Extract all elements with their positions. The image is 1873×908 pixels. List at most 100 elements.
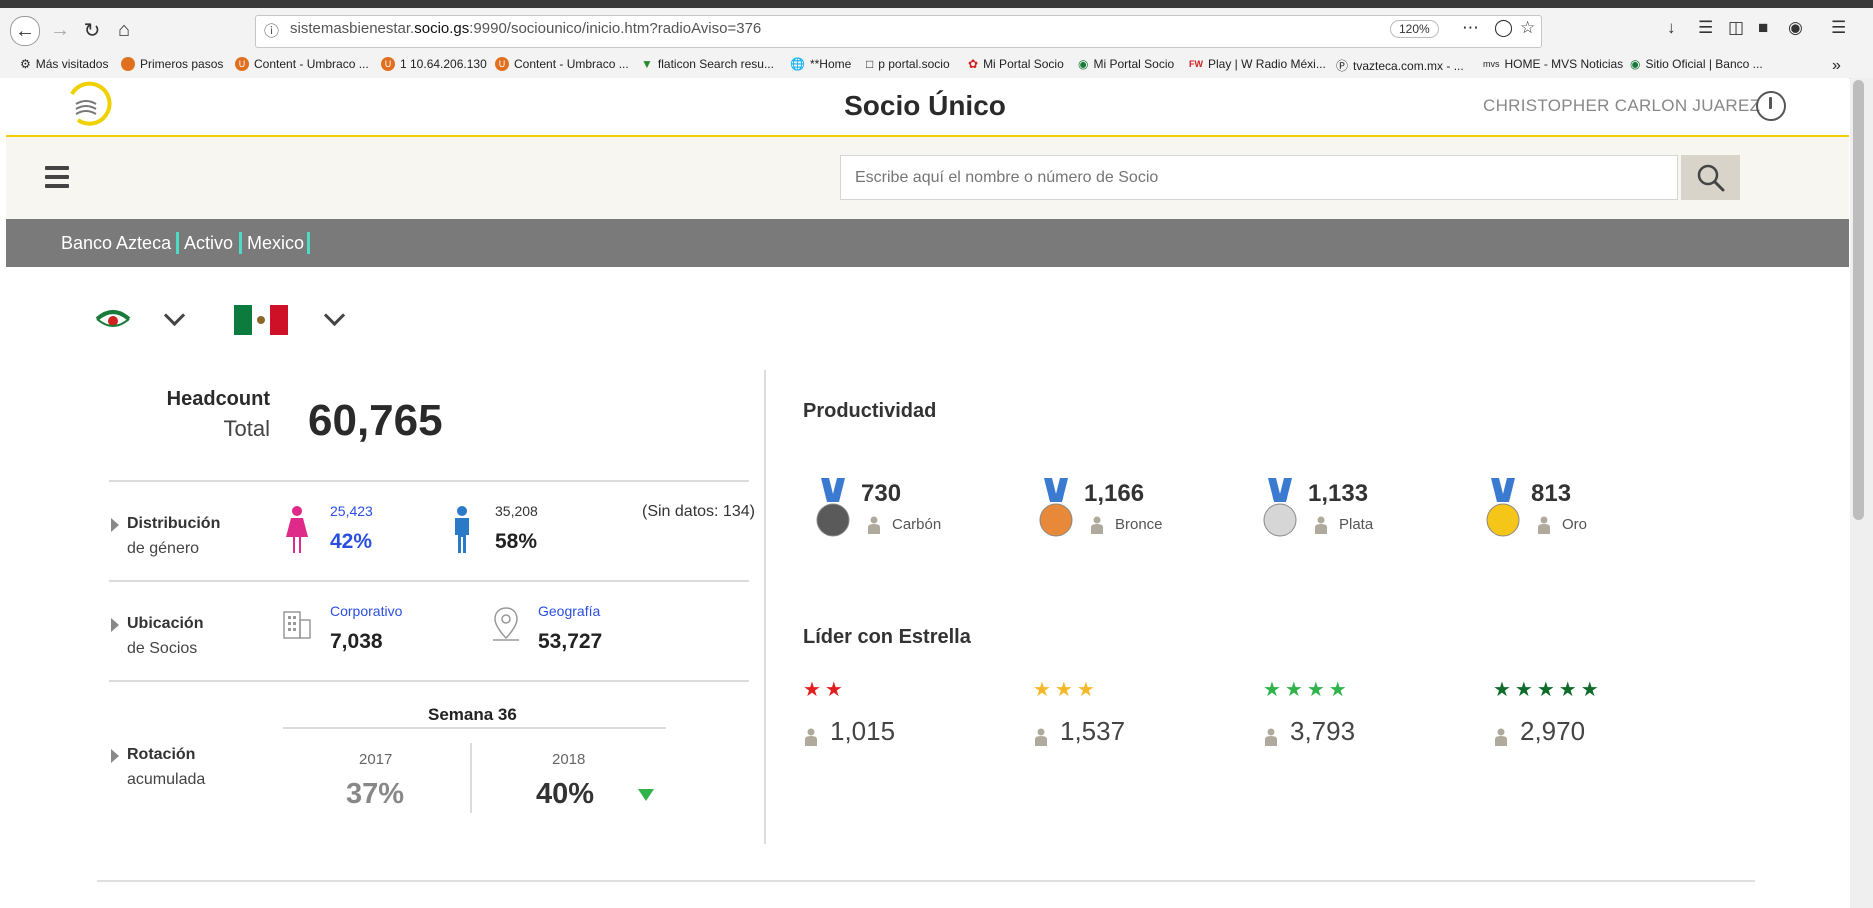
search-input[interactable] [840, 155, 1678, 200]
sync-icon[interactable]: ◉ [1788, 18, 1803, 38]
country-chevron-down-icon[interactable] [323, 304, 346, 327]
person-icon [805, 728, 817, 746]
female-icon [286, 506, 308, 553]
mexico-flag-icon[interactable] [234, 305, 288, 335]
person-icon [1035, 728, 1047, 746]
week-label: Semana 36 [428, 705, 517, 724]
more-icon[interactable]: ⋯ [1462, 18, 1479, 38]
headcount-value: 60,765 [308, 396, 443, 445]
bookmark-item[interactable]: FW Play | W Radio Méxi... [1189, 57, 1326, 71]
star-rating-icon: ★★ [803, 679, 847, 701]
download-icon[interactable]: ↓ [1667, 18, 1676, 38]
bookmark-item[interactable]: ⚙ Más visitados [20, 57, 108, 71]
wordpress-icon: Ⓟ [1336, 59, 1349, 73]
medal-label: Bronce [1115, 516, 1163, 533]
bookmark-item[interactable]: Primeros pasos [121, 57, 223, 71]
mvs-icon: mvs [1483, 59, 1500, 69]
medal-label: Oro [1562, 516, 1588, 533]
person-icon [1091, 516, 1103, 534]
bookmark-item[interactable]: ◉ Mi Portal Socio [1078, 57, 1174, 71]
rotation-subtitle: acumulada [127, 771, 206, 788]
divider [283, 727, 666, 729]
gear-icon: ⚙ [20, 57, 31, 71]
divider [109, 480, 749, 482]
company-logo[interactable] [64, 80, 116, 128]
zoom-level[interactable]: 120% [1390, 20, 1439, 38]
bookmark-item[interactable]: U Content - Umbraco ... [495, 57, 629, 71]
location-pin-icon [493, 607, 519, 641]
wradio-icon: FW [1189, 59, 1203, 69]
medal-value: 730 [861, 480, 902, 507]
company-chevron-down-icon[interactable] [163, 304, 186, 327]
corporate-link[interactable]: Corporativo [330, 603, 402, 619]
male-percent: 58% [495, 530, 538, 553]
portal-eye-icon: ◉ [1078, 57, 1089, 71]
location-subtitle: de Socios [127, 640, 198, 657]
page-title: Socio Único [844, 90, 1006, 121]
bancoazteca-icon: ◉ [1630, 57, 1641, 71]
star-rating-icon: ★★★ [1033, 679, 1099, 701]
home-icon[interactable]: ⌂ [110, 16, 138, 44]
year-2017-label: 2017 [359, 751, 393, 768]
leader-title: Líder con Estrella [803, 626, 971, 648]
gender-subtitle: de género [127, 540, 200, 557]
umbraco-icon: U [235, 57, 249, 71]
pocket-icon[interactable]: ◯ [1494, 18, 1513, 38]
company-eye-icon[interactable] [95, 307, 131, 331]
breadcrumb-separator [239, 232, 242, 254]
info-icon[interactable]: ⓘ [264, 20, 279, 41]
geography-link[interactable]: Geografía [538, 603, 600, 619]
umbraco-icon: U [381, 57, 395, 71]
location-title[interactable]: Ubicación [127, 615, 203, 633]
firefox-icon [121, 57, 135, 71]
library-icon[interactable]: ☰ [1698, 18, 1713, 38]
hamburger-menu-icon[interactable] [45, 166, 69, 188]
back-arrow-icon[interactable]: ← [10, 16, 40, 46]
search-button[interactable] [1681, 155, 1740, 200]
divider [109, 680, 749, 682]
url-subdomain: sistemasbienestar. [290, 20, 415, 37]
rotation-title[interactable]: Rotación [127, 746, 195, 764]
globe-icon: 🌐 [790, 57, 805, 71]
more-bookmarks-icon[interactable]: » [1832, 57, 1841, 75]
expand-caret-icon[interactable] [111, 749, 119, 763]
bookmark-label: Primeros pasos [140, 57, 224, 71]
female-count[interactable]: 25,423 [330, 503, 373, 519]
bookmark-label: Mi Portal Socio [983, 57, 1064, 71]
bookmark-item[interactable]: □ p portal.socio [866, 57, 950, 71]
person-icon [1538, 516, 1550, 534]
divider [109, 580, 749, 582]
bookmark-item[interactable]: ▼ flaticon Search resu... [641, 57, 774, 71]
forward-arrow-icon[interactable]: → [46, 16, 74, 44]
medal-value: 1,133 [1308, 480, 1369, 507]
power-icon[interactable] [1756, 91, 1786, 121]
person-icon [1315, 516, 1327, 534]
breadcrumb-country[interactable]: Mexico [247, 233, 304, 254]
bookmark-item[interactable]: U Content - Umbraco ... [235, 57, 369, 71]
bookmark-item[interactable]: ◉ Sitio Oficial | Banco ... [1630, 57, 1763, 71]
bookmark-item[interactable]: ✿ Mi Portal Socio [968, 57, 1064, 71]
breadcrumb-status[interactable]: Activo [184, 233, 233, 254]
expand-caret-icon[interactable] [111, 518, 119, 532]
scrollbar-thumb[interactable] [1853, 80, 1864, 520]
bookmark-label: flaticon Search resu... [657, 57, 774, 71]
bookmark-item[interactable]: 🌐 **Home [790, 57, 851, 71]
menu-icon[interactable]: ☰ [1831, 18, 1846, 38]
bookmark-item[interactable]: U 1 10.64.206.130 [381, 57, 487, 71]
person-icon [1495, 728, 1507, 746]
bookmark-item[interactable]: Ⓟtvazteca.com.mx - ... [1336, 57, 1464, 74]
sidebar-icon[interactable]: ◫ [1728, 18, 1744, 38]
bookmark-item[interactable]: mvs HOME - MVS Noticias [1483, 57, 1623, 71]
bookmark-star-icon[interactable]: ☆ [1520, 18, 1535, 38]
building-icon [283, 611, 311, 639]
extension-icon[interactable]: ■ [1758, 18, 1768, 38]
bookmark-label: HOME - MVS Noticias [1504, 57, 1624, 71]
url-text[interactable]: sistemasbienestar.socio.gs:9990/sociouni… [290, 20, 761, 37]
reload-icon[interactable]: ↻ [78, 16, 106, 44]
gender-title[interactable]: Distribución [127, 515, 220, 533]
star-rating-icon: ★★★★★ [1493, 679, 1603, 701]
expand-caret-icon[interactable] [111, 618, 119, 632]
leader-count: 1,537 [1060, 716, 1126, 746]
breadcrumb-company[interactable]: Banco Azteca [61, 233, 171, 254]
star-rating-icon: ★★★★ [1263, 679, 1351, 701]
